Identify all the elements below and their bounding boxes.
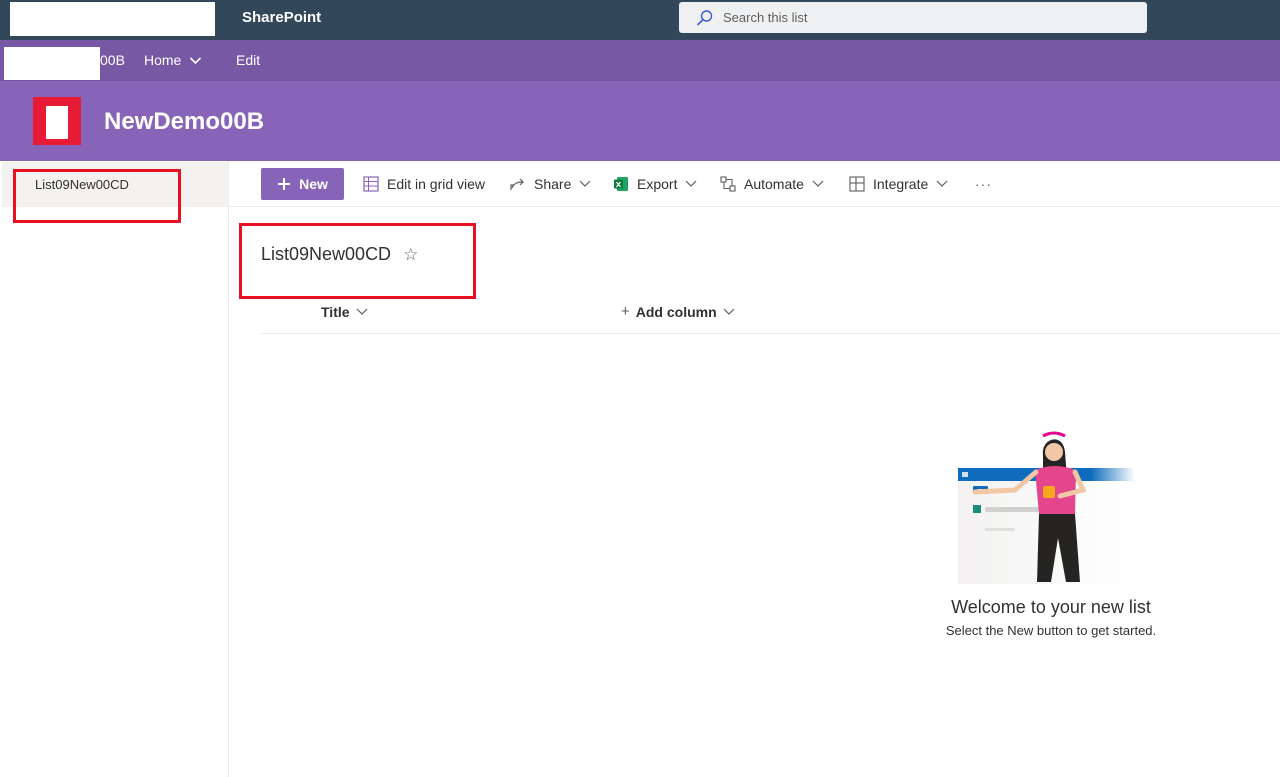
share-label: Share	[534, 176, 572, 192]
share-button[interactable]: Share	[510, 168, 591, 200]
chevron-down-icon	[356, 308, 367, 315]
empty-state-subtext: Select the New button to get started.	[945, 623, 1157, 638]
site-header: NewDemo00B	[0, 81, 1280, 161]
chevron-down-icon	[936, 180, 948, 187]
plus-icon: +	[621, 303, 630, 320]
integrate-button[interactable]: Integrate	[849, 168, 948, 200]
site-title[interactable]: NewDemo00B	[104, 81, 264, 163]
new-button[interactable]: New	[261, 168, 344, 200]
excel-icon: X	[614, 177, 628, 191]
command-bar: New Edit in grid view Share X Export Aut…	[229, 161, 1280, 207]
left-navigation: List09New00CD	[0, 161, 229, 777]
grid-icon	[363, 176, 379, 192]
redacted-app-launcher	[10, 2, 215, 36]
edit-grid-view-button[interactable]: Edit in grid view	[363, 168, 485, 200]
plus-icon	[278, 178, 291, 190]
empty-state-heading: Welcome to your new list	[951, 597, 1151, 617]
hub-site-name[interactable]: 00B	[100, 40, 125, 81]
chevron-down-icon	[812, 180, 824, 187]
add-column-button[interactable]: + Add column	[621, 296, 735, 328]
empty-list-illustration	[958, 431, 1135, 584]
suite-bar: SharePoint Search this list	[0, 0, 1280, 40]
chevron-down-icon	[190, 56, 202, 64]
search-icon	[697, 10, 713, 26]
svg-text:X: X	[616, 181, 622, 189]
column-header-row: Title + Add column	[261, 296, 1280, 334]
share-icon	[510, 178, 524, 190]
site-logo[interactable]	[33, 97, 81, 145]
hub-navigation: 00B Home Edit	[0, 40, 1280, 81]
export-label: Export	[637, 176, 678, 192]
chevron-down-icon	[686, 180, 697, 187]
add-column-label: Add column	[635, 304, 717, 320]
nav-edit-link[interactable]: Edit	[236, 40, 260, 81]
integrate-icon	[849, 176, 865, 192]
column-header-title-label: Title	[321, 304, 350, 320]
nav-home-label: Home	[144, 52, 182, 68]
new-button-label: New	[299, 176, 328, 192]
automate-icon	[720, 176, 736, 192]
annotation-box-list-title	[239, 223, 476, 299]
automate-button[interactable]: Automate	[720, 168, 824, 200]
search-input[interactable]: Search this list	[723, 2, 808, 33]
more-actions-button[interactable]: ···	[975, 168, 992, 200]
search-box[interactable]: Search this list	[679, 2, 1147, 33]
edit-grid-view-label: Edit in grid view	[387, 176, 486, 192]
nav-home-dropdown[interactable]: Home	[144, 40, 202, 81]
automate-label: Automate	[744, 176, 804, 192]
site-logo-inner	[46, 106, 68, 139]
annotation-box-left-nav	[13, 169, 181, 223]
redacted-hub-name	[4, 47, 100, 80]
app-name[interactable]: SharePoint	[242, 0, 321, 40]
export-button[interactable]: X Export	[613, 168, 697, 200]
chevron-down-icon	[579, 180, 591, 187]
integrate-label: Integrate	[873, 176, 929, 192]
chevron-down-icon	[723, 308, 735, 315]
more-icon: ···	[975, 176, 992, 192]
column-header-title[interactable]: Title	[321, 296, 368, 328]
